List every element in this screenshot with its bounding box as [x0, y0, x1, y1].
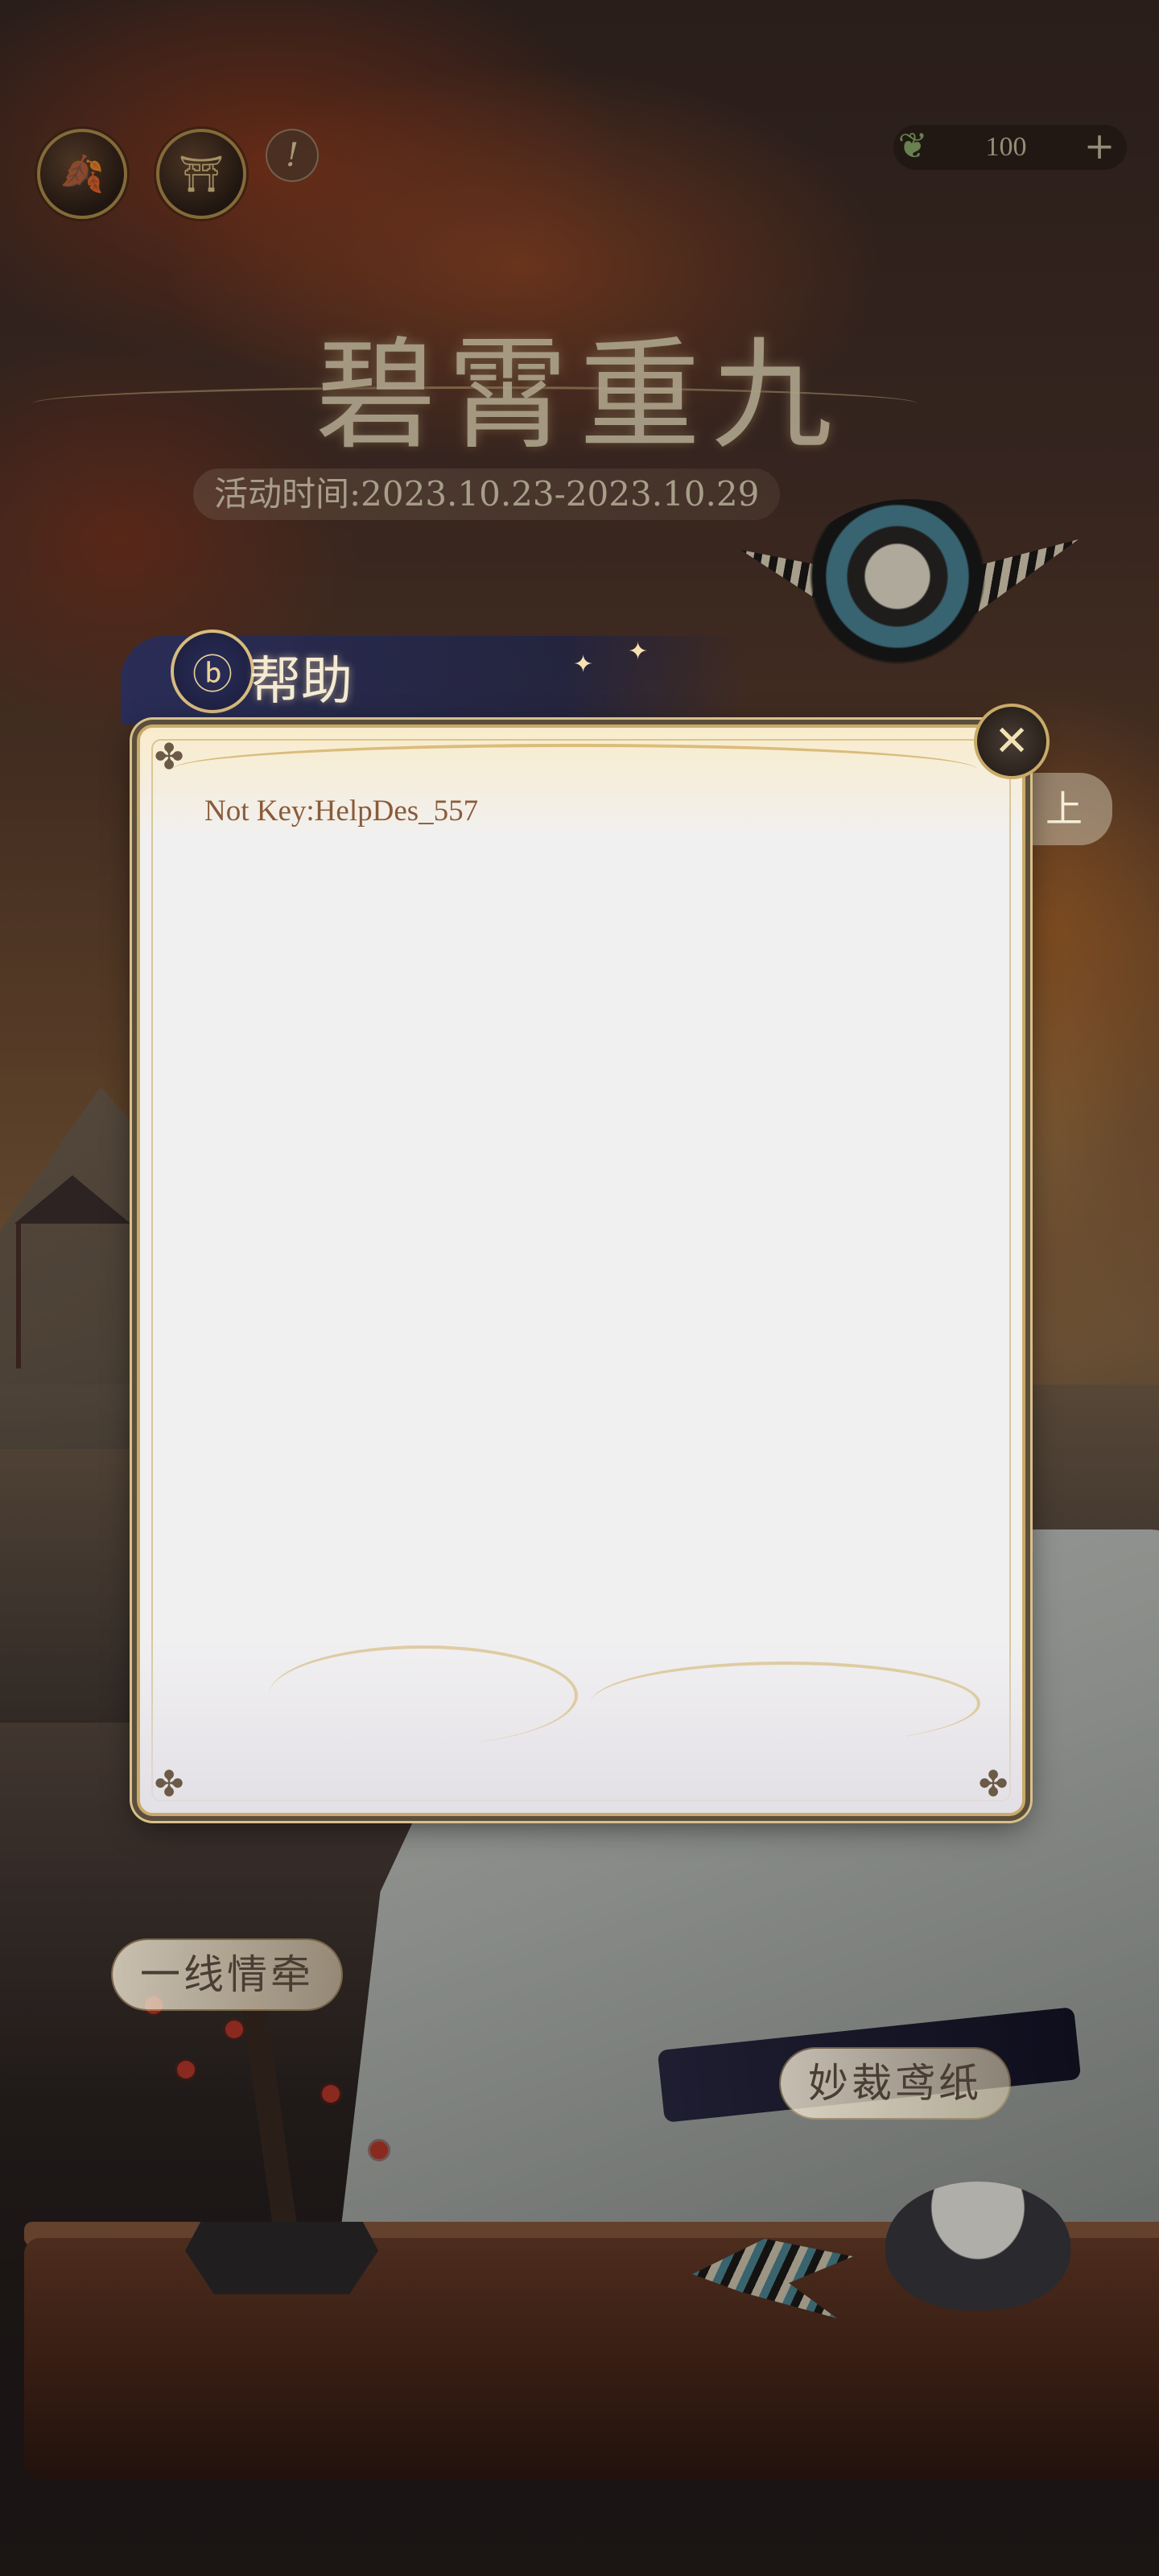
cloud-wave-decoration	[269, 1645, 578, 1745]
help-title: 帮助	[250, 652, 353, 712]
sparkle-icon: ✦	[573, 650, 594, 679]
close-icon: ✕	[994, 717, 1029, 766]
help-content-text: Not Key:HelpDes_557	[204, 795, 479, 828]
help-dialog: Not Key:HelpDes_557 ✤ ✤ ✤	[137, 724, 1025, 1816]
banner-left[interactable]: 一线情牵	[113, 1940, 341, 2009]
help-emblem-icon: ⓑ	[171, 630, 254, 713]
corner-ornament-icon: ✤	[978, 1763, 1008, 1805]
banner-right[interactable]: 妙裁鸢纸	[781, 2049, 1009, 2118]
sparkle-icon: ✦	[628, 638, 649, 666]
close-button[interactable]: ✕	[974, 704, 1050, 779]
background-panel-tab: 上	[1016, 773, 1112, 845]
cloud-wave-decoration	[591, 1662, 980, 1745]
corner-ornament-icon: ✤	[154, 736, 184, 778]
corner-ornament-icon: ✤	[154, 1763, 184, 1805]
